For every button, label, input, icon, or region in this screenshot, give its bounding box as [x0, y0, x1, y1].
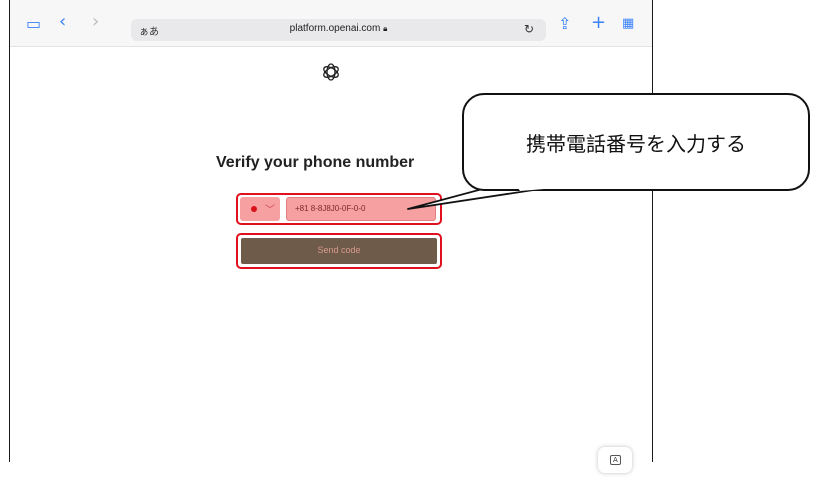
callout-pointer-mask	[518, 188, 556, 191]
